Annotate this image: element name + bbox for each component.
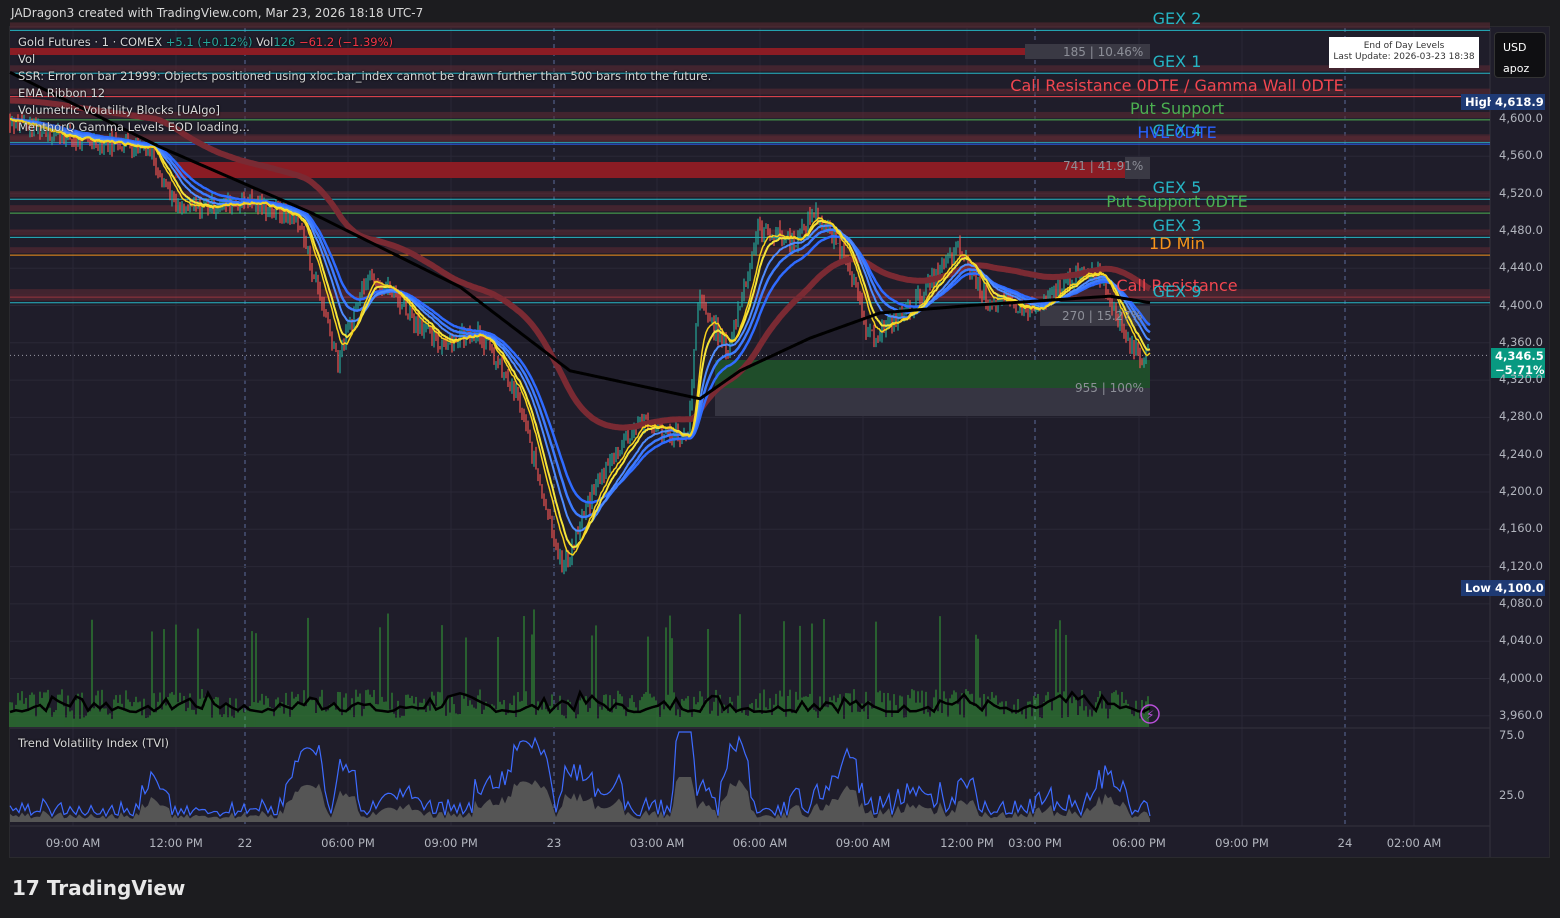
time-tick: 06:00 PM (321, 836, 375, 850)
time-tick: 24 (1337, 836, 1353, 850)
time-tick: 03:00 AM (629, 836, 685, 850)
level-band (10, 229, 1490, 236)
user-label: apoz (1503, 62, 1530, 75)
price-chart[interactable]: ⚡ (0, 0, 1560, 918)
price-tick: 4,080.0 (1499, 595, 1543, 610)
tradingview-logo[interactable]: 𝟭𝟳 TradingView (12, 876, 185, 900)
level-band (10, 111, 1490, 118)
price-tick: 4,000.0 (1499, 670, 1543, 685)
gamma-level-label: HVL 0DTE (1137, 123, 1217, 143)
level-band (10, 191, 1490, 198)
block-label: 955 | 100% (1075, 381, 1144, 395)
time-tick: 09:00 PM (424, 836, 478, 850)
price-tick: 4,360.0 (1499, 334, 1543, 349)
ema-yellow (9, 118, 1151, 549)
price-tick: 4,160.0 (1499, 521, 1543, 536)
price-tick: 3,960.0 (1499, 707, 1543, 722)
vol-value: 126 (273, 35, 296, 49)
ema-blue (9, 118, 1151, 532)
gamma-level-label: GEX 3 (1152, 216, 1202, 236)
price-tick: 4,480.0 (1499, 222, 1543, 237)
price-tick: 4,280.0 (1499, 409, 1543, 424)
legend-ssr-error[interactable]: SSR: Error on bar 21999: Objects positio… (18, 69, 711, 83)
currency-unit-button[interactable]: USD apoz (1494, 32, 1546, 78)
price-tick: 4,560.0 (1499, 148, 1543, 163)
vol-label: Vol (256, 35, 274, 49)
time-tick: 03:00 PM (1008, 836, 1062, 850)
symbol-name: Gold Futures · 1 · COMEX (18, 35, 163, 49)
brand-name: TradingView (46, 876, 186, 900)
level-band (10, 136, 1490, 143)
gamma-level-label: GEX 9 (1152, 281, 1202, 301)
block-label: 270 | 15.27% (1062, 309, 1143, 323)
tvi-tick: 75.0 (1499, 728, 1525, 742)
price-tick: 4,600.0 (1499, 111, 1543, 125)
lightning-icon: ⚡ (1146, 708, 1154, 722)
eod-updated: Last Update: 2026-03-23 18:38 (1333, 52, 1475, 62)
block-label: 185 | 10.46% (1063, 45, 1144, 59)
vol-change: −61.2 (−1.39%) (298, 35, 394, 49)
last-price: 4,346.5 (1495, 349, 1544, 363)
price-tick: 4,440.0 (1499, 260, 1543, 275)
low-value: 4,100.0 (1491, 580, 1545, 596)
tvi-area (10, 777, 1150, 822)
high-value: 4,618.9 (1491, 94, 1545, 110)
ema-blue (9, 117, 1151, 519)
symbol-legend[interactable]: Gold Futures · 1 · COMEX +5.1 (+0.12%) V… (18, 35, 393, 49)
gamma-level-label: Call Resistance 0DTE / Gamma Wall 0DTE (1010, 75, 1344, 95)
price-tick: 4,240.0 (1499, 446, 1543, 461)
time-tick: 06:00 AM (732, 836, 788, 850)
price-tick: 4,320.0 (1499, 372, 1543, 387)
legend-ema-ribbon[interactable]: EMA Ribbon 12 (18, 86, 105, 100)
eod-levels-box: End of Day Levels Last Update: 2026-03-2… (1329, 37, 1479, 68)
price-tick: 4,400.0 (1499, 297, 1543, 312)
gamma-level-label: Put Support 0DTE (1106, 192, 1248, 212)
currency-label: USD (1503, 41, 1527, 54)
gamma-level-label: GEX 2 (1152, 9, 1202, 29)
gamma-level-label: 1D Min (1149, 234, 1205, 254)
symbol-change: +5.1 (+0.12%) (165, 35, 253, 49)
tvi-title[interactable]: Trend Volatility Index (TVI) (18, 736, 169, 750)
legend-volatility-blocks[interactable]: Volumetric Volatility Blocks [UAlgo] (18, 103, 220, 117)
time-tick: 12:00 PM (940, 836, 994, 850)
time-tick: 06:00 PM (1112, 836, 1166, 850)
gamma-level-label: GEX 1 (1152, 52, 1202, 72)
time-tick: 09:00 AM (835, 836, 891, 850)
ema-yellow (9, 118, 1151, 556)
legend-gamma-levels[interactable]: MenthorQ Gamma Levels EOD loading... (18, 120, 250, 134)
level-band (10, 247, 1490, 254)
level-band (10, 22, 1490, 29)
low-tag: Low (1461, 580, 1495, 596)
block-label: 741 | 41.91% (1063, 159, 1144, 173)
time-tick: 09:00 PM (1215, 836, 1269, 850)
price-tick: 4,040.0 (1499, 633, 1543, 648)
time-tick: 23 (546, 836, 562, 850)
tv-logo-icon: 𝟭𝟳 (12, 876, 40, 900)
gamma-level-label: Put Support (1129, 98, 1225, 118)
price-tick: 4,520.0 (1499, 185, 1543, 200)
time-tick: 22 (237, 836, 253, 850)
volatility-block (175, 162, 1125, 178)
time-tick: 12:00 PM (149, 836, 203, 850)
price-tick: 4,200.0 (1499, 484, 1543, 498)
legend-vol[interactable]: Vol (18, 52, 35, 66)
tvi-tick: 25.0 (1499, 788, 1525, 802)
volatility-block (10, 48, 1025, 55)
price-tick: 4,120.0 (1499, 558, 1543, 573)
time-tick: 09:00 AM (45, 836, 101, 850)
eod-title: End of Day Levels (1363, 41, 1445, 51)
time-tick: 02:00 AM (1386, 836, 1442, 850)
